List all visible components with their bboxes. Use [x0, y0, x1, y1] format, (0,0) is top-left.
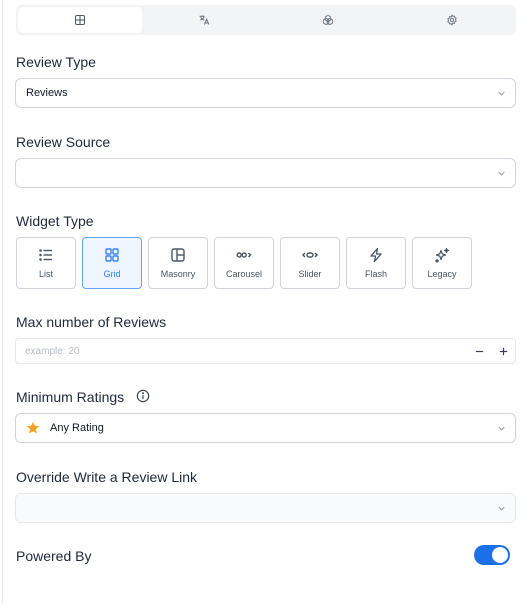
override-link-label: Override Write a Review Link [16, 469, 198, 485]
info-icon[interactable] [136, 389, 150, 403]
widget-option-label: Slider [298, 269, 322, 279]
left-border [2, 0, 3, 604]
max-reviews-stepper: example: 20 [15, 338, 516, 364]
widget-option-masonry[interactable]: Masonry [148, 237, 208, 289]
review-type-value: Reviews [26, 87, 68, 99]
widget-option-list[interactable]: List [16, 237, 76, 289]
flash-icon [370, 247, 382, 263]
chevron-down-icon [498, 171, 505, 176]
min-ratings-value: Any Rating [50, 422, 104, 434]
max-reviews-input[interactable]: example: 20 [16, 346, 467, 357]
minus-icon [475, 350, 483, 352]
widget-option-label: Masonry [160, 269, 196, 279]
review-source-label: Review Source [16, 134, 111, 150]
widget-option-label: Grid [103, 269, 121, 279]
sparkle-icon [435, 247, 450, 263]
widget-option-slider[interactable]: Slider [280, 237, 340, 289]
powered-by-toggle[interactable] [474, 545, 510, 565]
star-icon [26, 421, 40, 434]
widget-option-carousel[interactable]: Carousel [214, 237, 274, 289]
gear-icon [447, 14, 457, 26]
review-type-select[interactable]: Reviews [15, 78, 516, 108]
carousel-icon [236, 252, 252, 258]
plus-icon [499, 347, 507, 355]
widget-option-label: Carousel [225, 269, 263, 279]
slider-icon [302, 252, 318, 258]
review-type-label: Review Type [16, 54, 96, 70]
widget-option-flash[interactable]: Flash [346, 237, 406, 289]
masonry-icon [171, 248, 185, 262]
settings-tabbar [16, 5, 516, 35]
max-reviews-label: Max number of Reviews [16, 314, 167, 330]
powered-by-label: Powered By [16, 548, 92, 564]
chevron-down-icon [498, 506, 505, 511]
min-ratings-label: Minimum Ratings [16, 389, 125, 405]
widget-option-grid[interactable]: Grid [82, 237, 142, 289]
toggle-knob [492, 547, 508, 563]
min-ratings-select[interactable]: Any Rating [15, 413, 516, 443]
tab-settings[interactable] [390, 7, 514, 33]
tab-style[interactable] [266, 7, 390, 33]
widget-type-options: List Grid Masonry Carousel Slider Flash … [16, 237, 472, 289]
widget-option-label: Flash [364, 269, 387, 279]
chevron-down-icon [498, 426, 505, 431]
translate-icon [199, 15, 210, 25]
tab-translate[interactable] [142, 7, 266, 33]
tab-layout[interactable] [18, 7, 142, 33]
grid-icon [105, 248, 119, 262]
override-link-select[interactable] [15, 493, 516, 523]
palette-icon [322, 15, 334, 25]
layout-icon [74, 14, 86, 26]
widget-option-legacy[interactable]: Legacy [412, 237, 472, 289]
review-source-select[interactable] [15, 158, 516, 188]
list-icon [39, 249, 52, 261]
increment-button[interactable] [491, 339, 515, 363]
decrement-button[interactable] [467, 339, 491, 363]
widget-option-label: List [38, 269, 53, 279]
widget-option-label: Legacy [427, 269, 457, 279]
chevron-down-icon [498, 91, 505, 96]
widget-type-label: Widget Type [16, 213, 94, 229]
